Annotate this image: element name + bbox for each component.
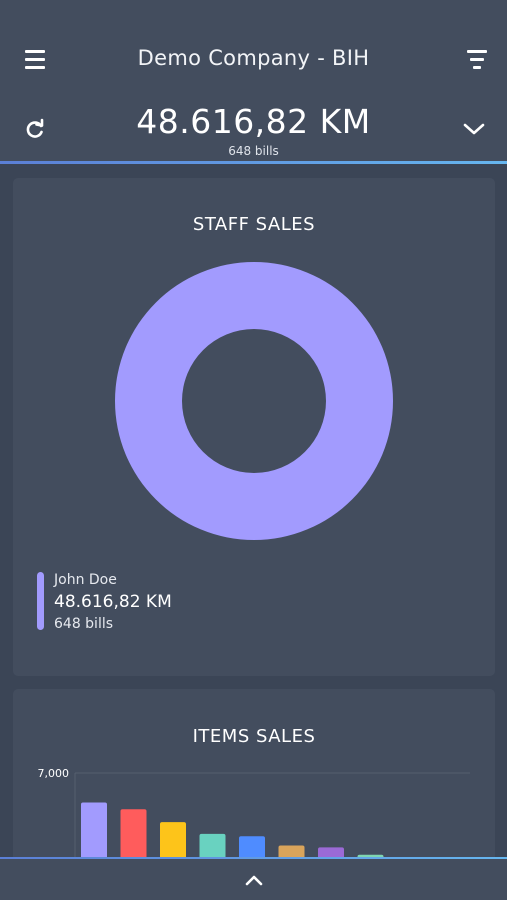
legend-staff-amount: 48.616,82 KM [54, 592, 172, 612]
header-divider [0, 161, 507, 164]
item-bar-4[interactable] [239, 836, 265, 859]
items-sales-title: ITEMS SALES [192, 726, 316, 747]
item-bar-2[interactable] [160, 822, 186, 859]
staff-sales-card: STAFF SALES John Doe 48.616,82 KM 648 bi… [13, 178, 495, 676]
refresh-icon[interactable] [22, 116, 48, 142]
staff-sales-title: STAFF SALES [192, 214, 316, 235]
staff-sales-donut-chart [115, 262, 393, 540]
donut-slice-0[interactable] [115, 262, 393, 540]
item-bar-3[interactable] [199, 833, 226, 859]
bottom-bar [0, 857, 507, 900]
total-bills: 648 bills [228, 144, 279, 158]
total-amount: 48.616,82 KM [136, 102, 371, 141]
chevron-down-icon[interactable] [460, 116, 488, 142]
item-bar-0[interactable] [81, 802, 107, 859]
top-bar: Demo Company - BIH [0, 0, 507, 96]
app-header: Demo Company - BIH 48.616,82 KM 648 bill… [0, 0, 507, 164]
staff-legend-item: John Doe 48.616,82 KM 648 bills [37, 572, 337, 632]
bottom-divider [0, 857, 507, 859]
total-summary: 48.616,82 KM 648 bills [0, 96, 507, 162]
filter-icon[interactable] [460, 44, 494, 74]
legend-staff-bills: 648 bills [54, 616, 114, 632]
hamburger-menu-icon[interactable] [20, 44, 50, 74]
legend-color-marker [37, 572, 44, 630]
items-sales-bar-chart: 7,000 [38, 767, 470, 859]
chevron-up-icon[interactable] [238, 867, 270, 893]
y-tick-label: 7,000 [38, 767, 70, 780]
company-title[interactable]: Demo Company - BIH [80, 46, 427, 70]
legend-staff-name: John Doe [54, 572, 117, 588]
item-bar-1[interactable] [120, 809, 147, 859]
